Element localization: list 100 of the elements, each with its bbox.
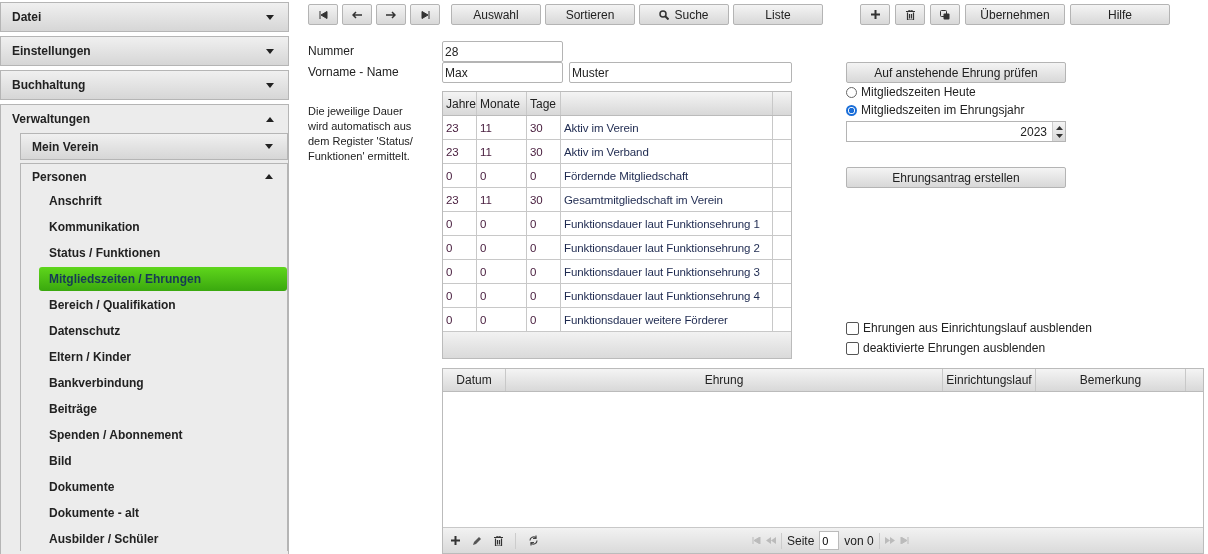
section-title: Buchhaltung xyxy=(12,78,86,92)
last-name-field[interactable]: Muster xyxy=(569,62,792,83)
table-cell: 0 xyxy=(443,284,477,307)
nav-item[interactable]: Spenden / Abonnement xyxy=(39,423,287,447)
caret-icon xyxy=(265,174,273,179)
table-cell: 0 xyxy=(477,284,527,307)
nav-item[interactable]: Status / Funktionen xyxy=(39,241,287,265)
delete-button[interactable] xyxy=(895,4,925,25)
plus-icon xyxy=(870,10,880,19)
table-cell: 11 xyxy=(477,140,527,163)
caret-icon xyxy=(266,116,274,122)
subsection-title: Mein Verein xyxy=(32,139,99,154)
checkbox[interactable] xyxy=(846,321,859,335)
copy-button[interactable] xyxy=(930,4,960,25)
column-header[interactable]: Einrichtungslauf xyxy=(943,369,1036,391)
radio-button[interactable] xyxy=(846,86,857,98)
column-header[interactable]: Monate xyxy=(477,92,527,115)
table-cell: 0 xyxy=(527,164,561,187)
trash-icon[interactable] xyxy=(494,535,503,546)
checkbox-option[interactable]: deaktivierte Ehrungen ausblenden xyxy=(846,339,1106,357)
add-button[interactable] xyxy=(860,4,890,25)
column-header[interactable]: Jahre xyxy=(443,92,477,115)
table-cell: 0 xyxy=(527,284,561,307)
column-header[interactable]: Datum xyxy=(443,369,506,391)
trash-icon xyxy=(905,9,915,20)
action-button[interactable]: Übernehmen xyxy=(965,4,1065,25)
table-cell: 23 xyxy=(443,116,477,139)
table-cell: 23 xyxy=(443,188,477,211)
spinner-arrows-icon xyxy=(1055,123,1063,140)
caret-icon xyxy=(266,82,274,88)
table-cell: 23 xyxy=(443,140,477,163)
sidebar-header[interactable]: Datei xyxy=(1,3,288,31)
nav-item[interactable]: Mitgliedszeiten / Ehrungen xyxy=(39,267,287,291)
subsection-header[interactable]: Mein Verein xyxy=(21,134,287,159)
table-cell: 0 xyxy=(477,212,527,235)
action-button[interactable]: Hilfe xyxy=(1070,4,1170,25)
table-cell: 0 xyxy=(477,308,527,331)
page-field[interactable]: 0 xyxy=(819,531,840,550)
toolbar-button[interactable]: Liste xyxy=(733,4,823,25)
table-cell: 0 xyxy=(527,260,561,283)
radio-option[interactable]: Mitgliedszeiten Heute xyxy=(846,83,1066,101)
previous-button[interactable] xyxy=(342,4,372,25)
section-title: Datei xyxy=(12,10,42,24)
column-header[interactable]: Bemerkung xyxy=(1036,369,1186,391)
subsection-title: Personen xyxy=(32,169,87,184)
table-cell: 30 xyxy=(527,116,561,139)
plus-icon[interactable] xyxy=(451,536,460,545)
radio-button[interactable] xyxy=(846,104,857,116)
table-cell: 0 xyxy=(527,308,561,331)
page-label: Seite xyxy=(787,533,815,548)
toolbar-button[interactable]: Suche xyxy=(639,4,729,25)
table-cell: 0 xyxy=(443,236,477,259)
field-label: Vorname - Name xyxy=(308,64,400,81)
section-title: Verwaltungen xyxy=(12,112,91,126)
right-arrow-icon xyxy=(386,10,396,19)
table-cell: 0 xyxy=(443,164,477,187)
number-field[interactable]: 28 xyxy=(442,41,563,62)
field-label: Nummer xyxy=(308,43,355,60)
nav-item[interactable]: Anschrift xyxy=(39,189,287,213)
info-text: Die jeweilige Dauer wird automatisch aus dem Register 'Status/ Funktionen' ermittelt. xyxy=(308,104,414,164)
nav-item[interactable]: Eltern / Kinder xyxy=(39,345,287,369)
next-button[interactable] xyxy=(376,4,406,25)
nav-item[interactable]: Bild xyxy=(39,449,287,473)
refresh-icon[interactable] xyxy=(528,535,539,546)
first-record-button[interactable] xyxy=(308,4,338,25)
nav-item[interactable]: Bankverbindung xyxy=(39,371,287,395)
table-cell: 30 xyxy=(527,188,561,211)
first-name-field[interactable]: Max xyxy=(442,62,563,83)
sidebar-header[interactable]: Buchhaltung xyxy=(1,71,288,99)
nav-item[interactable]: Kommunikation xyxy=(39,215,287,239)
table-cell: 0 xyxy=(527,236,561,259)
sidebar-header[interactable]: Einstellungen xyxy=(1,37,288,65)
table-cell: 0 xyxy=(443,212,477,235)
nav-item[interactable]: Beiträge xyxy=(39,397,287,421)
page-count: von 0 xyxy=(844,533,874,548)
table-cell: 0 xyxy=(477,164,527,187)
toolbar-button[interactable]: Sortieren xyxy=(545,4,635,25)
nav-item[interactable]: Datenschutz xyxy=(39,319,287,343)
nav-item[interactable]: Bereich / Qualifikation xyxy=(39,293,287,317)
last-record-button[interactable] xyxy=(410,4,440,25)
nav-item[interactable]: Ausbilder / Schüler xyxy=(39,527,287,551)
column-header[interactable]: Ehrung xyxy=(506,369,943,391)
caret-icon xyxy=(266,48,274,54)
table-cell: 0 xyxy=(443,260,477,283)
year-spinner[interactable]: 2023 xyxy=(846,121,1066,142)
checkbox-option[interactable]: Ehrungen aus Einrichtungslauf ausblenden xyxy=(846,319,1106,337)
nav-item[interactable]: Dokumente - alt xyxy=(39,501,287,525)
nav-item[interactable]: Dokumente xyxy=(39,475,287,499)
radio-option[interactable]: Mitgliedszeiten im Ehrungsjahr xyxy=(846,101,1066,119)
table-cell: 30 xyxy=(527,140,561,163)
create-application-button[interactable]: Ehrungsantrag erstellen xyxy=(846,167,1066,188)
check-honor-button[interactable]: Auf anstehende Ehrung prüfen xyxy=(846,62,1066,83)
table-cell: 0 xyxy=(527,212,561,235)
pencil-icon[interactable] xyxy=(472,535,482,546)
toolbar-button[interactable]: Auswahl xyxy=(451,4,541,25)
table-cell: 11 xyxy=(477,188,527,211)
checkbox[interactable] xyxy=(846,341,859,355)
left-arrow-icon xyxy=(352,10,362,19)
table-cell: 11 xyxy=(477,116,527,139)
column-header[interactable]: Tage xyxy=(527,92,561,115)
